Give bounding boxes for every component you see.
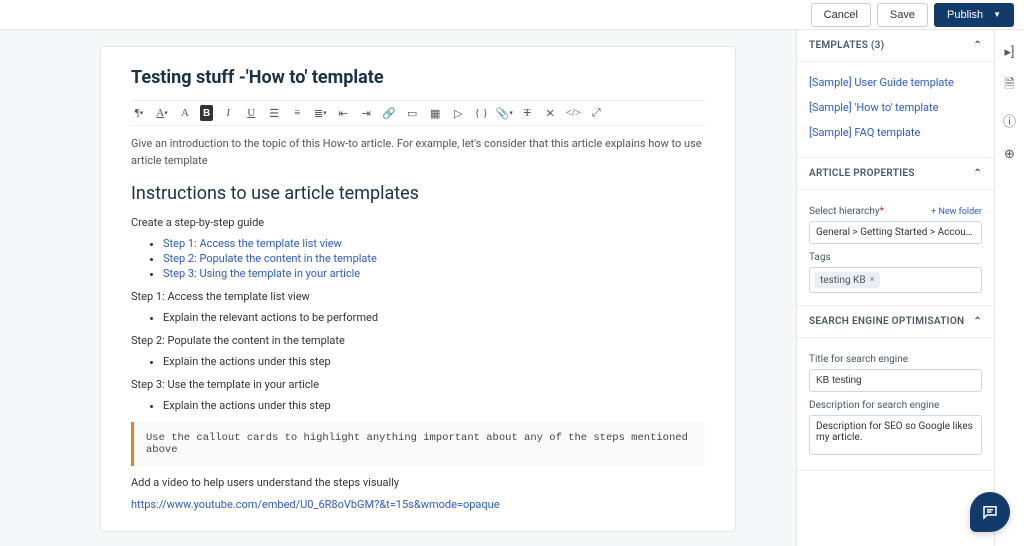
globe-icon[interactable]: ⊕ bbox=[1002, 146, 1018, 162]
chat-icon bbox=[981, 503, 999, 521]
seo-header-label: SEARCH ENGINE OPTIMISATION bbox=[809, 316, 964, 327]
code-view-icon[interactable]: </> bbox=[565, 105, 581, 121]
video-url-link[interactable]: https://www.youtube.com/embed/U0_6R8oVbG… bbox=[131, 498, 500, 511]
panel-toggle-icon[interactable]: ▸] bbox=[1002, 44, 1018, 60]
template-link-how-to[interactable]: [Sample] 'How to' template bbox=[809, 95, 982, 120]
publish-button[interactable]: Publish ▼ bbox=[934, 3, 1014, 27]
article-title[interactable]: Testing stuff -'How to' template bbox=[131, 67, 705, 88]
properties-sidebar: TEMPLATES (3) ⌃ [Sample] User Guide temp… bbox=[796, 30, 994, 546]
step2-list: Explain the actions under this step bbox=[163, 355, 705, 368]
guide-label[interactable]: Create a step-by-step guide bbox=[131, 216, 705, 229]
hierarchy-label: Select hierarchy* bbox=[809, 206, 884, 217]
step-link-1[interactable]: Step 1: Access the template list view bbox=[163, 237, 342, 250]
article-card: Testing stuff -'How to' template ¶▾ A▾ A… bbox=[100, 46, 736, 532]
step3-title[interactable]: Step 3: Use the template in your article bbox=[131, 378, 705, 391]
template-link-user-guide[interactable]: [Sample] User Guide template bbox=[809, 70, 982, 95]
seo-panel-header[interactable]: SEARCH ENGINE OPTIMISATION ⌃ bbox=[797, 306, 994, 338]
list-item: Step 2: Populate the content in the temp… bbox=[163, 252, 705, 265]
hierarchy-select[interactable]: General > Getting Started > Account Sett bbox=[809, 221, 982, 244]
bold-icon[interactable]: B bbox=[200, 105, 213, 121]
chevron-up-icon: ⌃ bbox=[973, 40, 982, 51]
outdent-icon[interactable]: ⇤ bbox=[335, 105, 351, 121]
hierarchy-label-row: Select hierarchy* + New folder bbox=[809, 206, 982, 217]
list-item[interactable]: Explain the actions under this step bbox=[163, 399, 705, 412]
chevron-up-icon: ⌃ bbox=[973, 316, 982, 327]
seo-desc-label: Description for search engine bbox=[809, 400, 982, 411]
editor-toolbar: ¶▾ A▾ A B I U ☰ ≡ ≣▾ ⇤ ⇥ 🔗 ▭ ▦ ▷ { } 📎▾ … bbox=[131, 100, 705, 126]
link-icon[interactable]: 🔗 bbox=[381, 105, 397, 121]
chat-fab[interactable] bbox=[970, 492, 1010, 532]
list-item[interactable]: Explain the relevant actions to be perfo… bbox=[163, 311, 705, 324]
list-item: Step 1: Access the template list view bbox=[163, 237, 705, 250]
properties-panel-header[interactable]: ARTICLE PROPERTIES ⌃ bbox=[797, 158, 994, 190]
video-hint[interactable]: Add a video to help users understand the… bbox=[131, 476, 705, 489]
indent-icon[interactable]: ⇥ bbox=[358, 105, 374, 121]
font-color-icon[interactable]: A▾ bbox=[154, 105, 170, 121]
intro-paragraph[interactable]: Give an introduction to the topic of thi… bbox=[131, 136, 705, 169]
step-link-2[interactable]: Step 2: Populate the content in the temp… bbox=[163, 252, 377, 265]
step1-list: Explain the relevant actions to be perfo… bbox=[163, 311, 705, 324]
templates-header-label: TEMPLATES (3) bbox=[809, 40, 885, 51]
italic-icon[interactable]: I bbox=[220, 105, 236, 121]
properties-panel-body: Select hierarchy* + New folder General >… bbox=[797, 190, 994, 306]
underline-icon[interactable]: U bbox=[243, 105, 259, 121]
main-layout: Testing stuff -'How to' template ¶▾ A▾ A… bbox=[0, 30, 1024, 546]
list-item[interactable]: Explain the actions under this step bbox=[163, 355, 705, 368]
unordered-list-icon[interactable]: ☰ bbox=[266, 105, 282, 121]
seo-desc-textarea[interactable]: Description for SEO so Google likes my a… bbox=[809, 415, 982, 455]
info-icon[interactable]: ⓘ bbox=[1002, 112, 1018, 128]
top-action-bar: Cancel Save Publish ▼ bbox=[0, 0, 1024, 30]
instructions-heading[interactable]: Instructions to use article templates bbox=[131, 183, 705, 204]
strikethrough-icon[interactable]: T bbox=[519, 105, 535, 121]
ordered-list-icon[interactable]: ≡ bbox=[289, 105, 305, 121]
fullscreen-icon[interactable]: ⤢ bbox=[588, 105, 604, 121]
video-icon[interactable]: ▷ bbox=[450, 105, 466, 121]
templates-panel-body: [Sample] User Guide template [Sample] 'H… bbox=[797, 62, 994, 158]
tag-chip: testing KB × bbox=[814, 272, 880, 288]
table-icon[interactable]: ▦ bbox=[427, 105, 443, 121]
step3-list: Explain the actions under this step bbox=[163, 399, 705, 412]
tags-label: Tags bbox=[809, 252, 982, 263]
new-folder-link[interactable]: + New folder bbox=[931, 207, 982, 217]
callout-card[interactable]: Use the callout cards to highlight anyth… bbox=[131, 422, 705, 466]
code-block-icon[interactable]: { } bbox=[473, 105, 489, 121]
step2-title[interactable]: Step 2: Populate the content in the temp… bbox=[131, 334, 705, 347]
tag-text: testing KB bbox=[820, 275, 866, 286]
attachment-icon[interactable]: 📎▾ bbox=[496, 105, 512, 121]
align-icon[interactable]: ≣▾ bbox=[312, 105, 328, 121]
list-item: Step 3: Using the template in your artic… bbox=[163, 267, 705, 280]
remove-tag-icon[interactable]: × bbox=[870, 275, 875, 285]
right-icon-bar: ▸] 🗎 ⓘ ⊕ bbox=[994, 30, 1024, 546]
cancel-button[interactable]: Cancel bbox=[811, 3, 871, 27]
template-link-faq[interactable]: [Sample] FAQ template bbox=[809, 120, 982, 145]
highlight-icon[interactable]: A bbox=[177, 105, 193, 121]
save-button[interactable]: Save bbox=[877, 3, 928, 27]
image-icon[interactable]: ▭ bbox=[404, 105, 420, 121]
step-link-3[interactable]: Step 3: Using the template in your artic… bbox=[163, 267, 360, 280]
steps-links-list: Step 1: Access the template list view St… bbox=[163, 237, 705, 280]
caret-down-icon: ▼ bbox=[993, 10, 1001, 19]
templates-panel-header[interactable]: TEMPLATES (3) ⌃ bbox=[797, 30, 994, 62]
document-icon[interactable]: 🗎 bbox=[1002, 78, 1018, 94]
chevron-up-icon: ⌃ bbox=[973, 168, 982, 179]
seo-title-label: Title for search engine bbox=[809, 354, 982, 365]
editor-area: Testing stuff -'How to' template ¶▾ A▾ A… bbox=[0, 30, 796, 546]
paragraph-format-icon[interactable]: ¶▾ bbox=[131, 105, 147, 121]
step1-title[interactable]: Step 1: Access the template list view bbox=[131, 290, 705, 303]
tags-input[interactable]: testing KB × bbox=[809, 267, 982, 293]
publish-label: Publish bbox=[947, 9, 983, 21]
properties-header-label: ARTICLE PROPERTIES bbox=[809, 168, 915, 179]
seo-panel-body: Title for search engine Description for … bbox=[797, 338, 994, 471]
clear-format-icon[interactable]: ✕ bbox=[542, 105, 558, 121]
seo-title-input[interactable] bbox=[809, 369, 982, 392]
